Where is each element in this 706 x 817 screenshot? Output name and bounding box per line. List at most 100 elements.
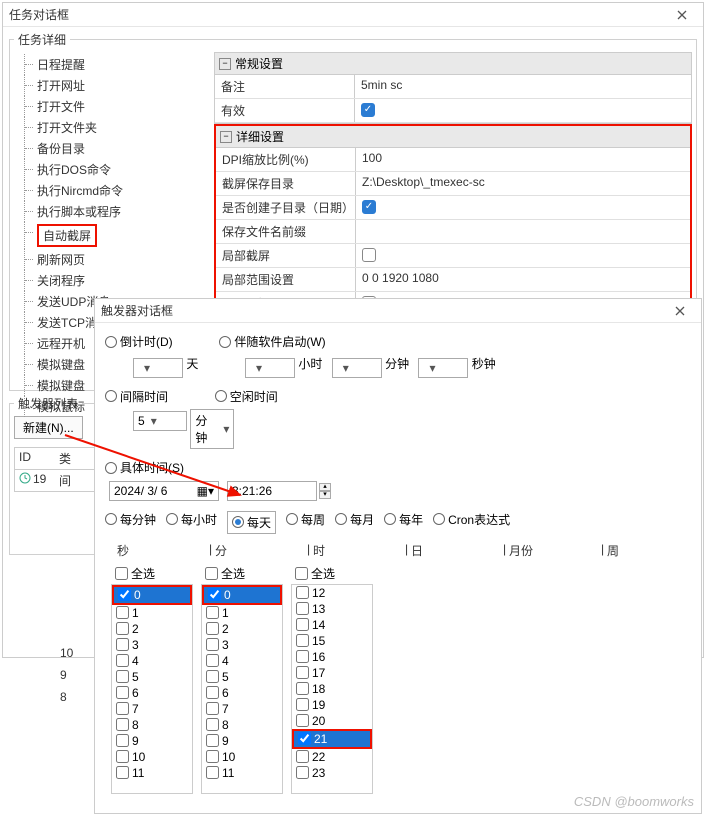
checkbox[interactable] bbox=[296, 634, 309, 647]
checkbox[interactable] bbox=[206, 702, 219, 715]
property-row[interactable]: 保存文件名前缀 bbox=[216, 220, 690, 244]
checkbox[interactable] bbox=[118, 588, 131, 601]
checkbox[interactable] bbox=[206, 766, 219, 779]
hour-list[interactable]: 121314151617181920212223 bbox=[291, 584, 373, 794]
min-list[interactable]: 01234567891011 bbox=[201, 584, 283, 794]
list-item[interactable]: 11 bbox=[112, 765, 192, 781]
tree-item[interactable]: 打开文件夹 bbox=[24, 117, 214, 138]
list-item[interactable]: 16 bbox=[292, 649, 372, 665]
time-spinner[interactable]: ▴▾ bbox=[319, 483, 331, 499]
radio-specific-time[interactable]: 具体时间(S) bbox=[105, 459, 184, 476]
checkbox[interactable] bbox=[206, 606, 219, 619]
checkbox[interactable] bbox=[296, 602, 309, 615]
checkbox[interactable] bbox=[116, 670, 129, 683]
radio-perhour[interactable]: 每小时 bbox=[166, 511, 217, 528]
with-app-min-select[interactable]: ▾ bbox=[332, 358, 382, 378]
list-item[interactable]: 0 bbox=[114, 587, 190, 603]
time-picker[interactable]: 3:21:26 bbox=[227, 481, 317, 501]
checkbox[interactable] bbox=[116, 718, 129, 731]
close-icon[interactable] bbox=[665, 301, 695, 321]
checkbox[interactable] bbox=[296, 766, 309, 779]
list-item[interactable]: 12 bbox=[292, 585, 372, 601]
checkbox[interactable] bbox=[206, 654, 219, 667]
checkbox[interactable] bbox=[296, 698, 309, 711]
checkbox[interactable] bbox=[296, 750, 309, 763]
checkbox[interactable] bbox=[208, 588, 221, 601]
close-icon[interactable] bbox=[667, 5, 697, 25]
checkbox[interactable] bbox=[205, 567, 218, 580]
list-item[interactable]: 3 bbox=[112, 637, 192, 653]
list-item[interactable]: 17 bbox=[292, 665, 372, 681]
list-item[interactable]: 13 bbox=[292, 601, 372, 617]
list-item[interactable]: 4 bbox=[112, 653, 192, 669]
list-item[interactable]: 10 bbox=[112, 749, 192, 765]
tree-item[interactable]: 打开文件 bbox=[24, 96, 214, 117]
sec-list[interactable]: 01234567891011 bbox=[111, 584, 193, 794]
list-item[interactable]: 2 bbox=[112, 621, 192, 637]
property-value[interactable] bbox=[355, 99, 691, 122]
property-row[interactable]: 局部范围设置0 0 1920 1080 bbox=[216, 268, 690, 292]
property-value[interactable]: 100 bbox=[356, 148, 690, 171]
list-item[interactable]: 2 bbox=[202, 621, 282, 637]
list-item[interactable]: 8 bbox=[202, 717, 282, 733]
checkbox[interactable] bbox=[295, 567, 308, 580]
list-item[interactable]: 5 bbox=[202, 669, 282, 685]
radio-cron[interactable]: Cron表达式 bbox=[433, 511, 510, 528]
sec-select-all[interactable]: 全选 bbox=[111, 563, 193, 584]
checkbox[interactable] bbox=[296, 650, 309, 663]
property-value[interactable]: 5min sc bbox=[355, 75, 691, 98]
list-item[interactable]: 15 bbox=[292, 633, 372, 649]
checkbox[interactable] bbox=[362, 200, 376, 214]
radio-countdown[interactable]: 倒计时(D) bbox=[105, 333, 173, 350]
list-item[interactable]: 9 bbox=[202, 733, 282, 749]
radio-perweek[interactable]: 每周 bbox=[286, 511, 325, 528]
list-item[interactable]: 4 bbox=[202, 653, 282, 669]
checkbox[interactable] bbox=[206, 622, 219, 635]
checkbox[interactable] bbox=[115, 567, 128, 580]
checkbox[interactable] bbox=[116, 702, 129, 715]
list-item[interactable]: 23 bbox=[292, 765, 372, 781]
checkbox[interactable] bbox=[116, 766, 129, 779]
property-row[interactable]: 有效 bbox=[215, 99, 691, 123]
date-picker[interactable]: 2024/ 3/ 6▦▾ bbox=[109, 481, 219, 501]
tree-item[interactable]: 打开网址 bbox=[24, 75, 214, 96]
checkbox[interactable] bbox=[361, 103, 375, 117]
tree-item[interactable]: 刷新网页 bbox=[24, 249, 214, 270]
property-value[interactable] bbox=[356, 196, 690, 219]
property-row[interactable]: 备注5min sc bbox=[215, 75, 691, 99]
checkbox[interactable] bbox=[206, 638, 219, 651]
checkbox[interactable] bbox=[296, 618, 309, 631]
min-select-all[interactable]: 全选 bbox=[201, 563, 283, 584]
list-item[interactable]: 8 bbox=[112, 717, 192, 733]
checkbox[interactable] bbox=[206, 718, 219, 731]
checkbox[interactable] bbox=[362, 248, 376, 262]
property-value[interactable]: 0 0 1920 1080 bbox=[356, 268, 690, 291]
checkbox[interactable] bbox=[116, 606, 129, 619]
list-item[interactable]: 9 bbox=[112, 733, 192, 749]
list-item[interactable]: 5 bbox=[112, 669, 192, 685]
property-group-header[interactable]: −详细设置 bbox=[216, 126, 690, 148]
tree-item[interactable]: 备份目录 bbox=[24, 138, 214, 159]
tree-item[interactable]: 自动截屏 bbox=[24, 222, 214, 249]
checkbox[interactable] bbox=[116, 622, 129, 635]
checkbox[interactable] bbox=[206, 750, 219, 763]
property-value[interactable]: Z:\Desktop\_tmexec-sc bbox=[356, 172, 690, 195]
radio-idle[interactable]: 空闲时间 bbox=[215, 388, 278, 405]
checkbox[interactable] bbox=[296, 682, 309, 695]
radio-permin[interactable]: 每分钟 bbox=[105, 511, 156, 528]
with-app-sec-select[interactable]: ▾ bbox=[418, 358, 468, 378]
interval-value-select[interactable]: 5▾ bbox=[133, 411, 187, 431]
checkbox[interactable] bbox=[296, 586, 309, 599]
list-item[interactable]: 19 bbox=[292, 697, 372, 713]
tree-item[interactable]: 执行DOS命令 bbox=[24, 159, 214, 180]
list-item[interactable]: 21 bbox=[294, 731, 370, 747]
checkbox[interactable] bbox=[298, 732, 311, 745]
list-item[interactable]: 1 bbox=[202, 605, 282, 621]
countdown-day-select[interactable]: ▾ bbox=[133, 358, 183, 378]
property-value[interactable] bbox=[356, 220, 690, 243]
radio-with-app[interactable]: 伴随软件启动(W) bbox=[219, 333, 325, 350]
property-row[interactable]: 截屏保存目录Z:\Desktop\_tmexec-sc bbox=[216, 172, 690, 196]
list-item[interactable]: 7 bbox=[202, 701, 282, 717]
list-item[interactable]: 18 bbox=[292, 681, 372, 697]
list-item[interactable]: 7 bbox=[112, 701, 192, 717]
